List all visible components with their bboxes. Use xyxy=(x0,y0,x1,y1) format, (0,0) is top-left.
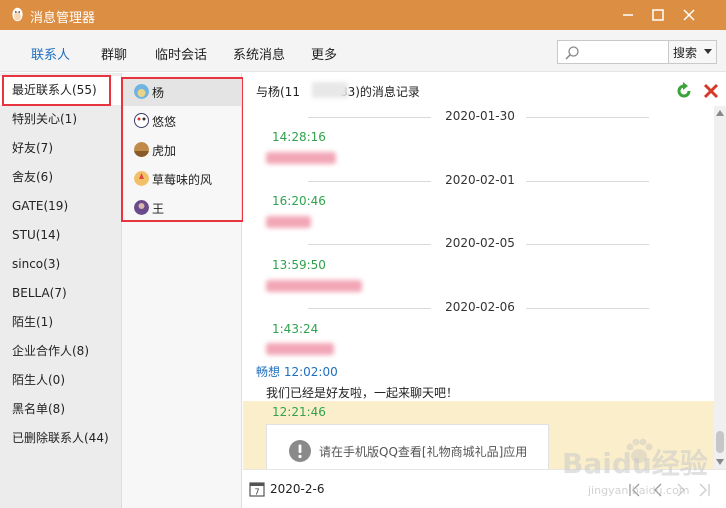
maximize-button[interactable] xyxy=(648,5,668,25)
friend-item[interactable]: 虎加 xyxy=(122,135,241,164)
contact-category-list: 最近联系人(55) 特别关心(1) 好友(7) 舍友(6) GATE(19) S… xyxy=(0,73,121,508)
gift-notice-text: 请在手机版QQ查看[礼物商城礼品]应用 xyxy=(319,445,528,459)
friend-list: 杨 悠悠 虎加 草莓味的风 王 xyxy=(121,73,242,508)
category-item[interactable]: 舍友(6) xyxy=(0,163,121,192)
info-icon xyxy=(289,440,311,462)
message-sender: 畅想 12:02:00 xyxy=(256,363,338,380)
record-header: 与杨(11 83)的消息记录 xyxy=(243,73,726,106)
category-item[interactable]: 特别关心(1) xyxy=(0,105,121,134)
close-icon xyxy=(683,9,695,21)
minimize-button[interactable] xyxy=(618,5,638,25)
avatar xyxy=(134,84,149,99)
category-item[interactable]: 企业合作人(8) xyxy=(0,337,121,366)
chevron-down-icon xyxy=(704,49,712,54)
search-button-label: 搜索 xyxy=(673,46,698,60)
first-page-icon[interactable] xyxy=(627,482,643,498)
category-item[interactable]: sinco(3) xyxy=(0,250,121,279)
close-button[interactable] xyxy=(679,5,699,25)
category-item[interactable]: BELLA(7) xyxy=(0,279,121,308)
nav-toolbar: 联系人 群聊 临时会话 系统消息 更多 搜索 xyxy=(0,30,726,72)
search-box: 搜索 xyxy=(557,40,717,64)
category-item[interactable]: 好友(7) xyxy=(0,134,121,163)
avatar xyxy=(134,142,149,157)
avatar xyxy=(134,171,149,186)
sender-name: 畅想 xyxy=(256,365,281,379)
date-label: 2020-02-01 xyxy=(445,173,515,187)
category-item[interactable]: 陌生(1) xyxy=(0,308,121,337)
date-separator: 2020-01-30 xyxy=(243,109,713,125)
message-text: 我们已经是好友啦，一起来聊天吧！ xyxy=(266,386,459,400)
tab-group-chats[interactable]: 群聊 xyxy=(101,44,127,63)
minimize-icon xyxy=(623,14,633,16)
category-item[interactable]: 黑名单(8) xyxy=(0,395,121,424)
next-page-icon[interactable] xyxy=(673,482,689,498)
avatar xyxy=(134,113,149,128)
calendar-icon[interactable]: 7 xyxy=(249,481,265,497)
category-item[interactable]: 最近联系人(55) xyxy=(0,76,121,105)
scroll-thumb[interactable] xyxy=(716,431,724,453)
window-title: 消息管理器 xyxy=(30,11,96,26)
date-label: 2020-02-05 xyxy=(445,236,515,250)
search-input[interactable] xyxy=(584,44,664,60)
tab-contacts[interactable]: 联系人 xyxy=(31,44,70,63)
date-label: 2020-02-06 xyxy=(445,300,515,314)
date-label: 2020-01-30 xyxy=(445,109,515,123)
svg-text:7: 7 xyxy=(254,488,259,497)
tab-system-messages[interactable]: 系统消息 xyxy=(233,44,285,63)
friend-item[interactable]: 杨 xyxy=(122,77,241,106)
date-separator: 2020-02-06 xyxy=(243,300,713,316)
tab-more[interactable]: 更多 xyxy=(311,44,337,63)
friend-item[interactable]: 草莓味的风 xyxy=(122,164,241,193)
scroll-up-icon[interactable] xyxy=(716,110,724,116)
message-time: 16:20:46 xyxy=(272,194,326,208)
delete-icon[interactable] xyxy=(702,82,720,100)
redacted-message xyxy=(266,216,311,228)
redacted-message xyxy=(266,152,336,164)
refresh-icon[interactable] xyxy=(675,82,693,100)
scrollbar[interactable] xyxy=(714,106,726,469)
avatar xyxy=(134,200,149,215)
redacted-message xyxy=(266,280,362,292)
search-icon xyxy=(565,46,579,60)
prev-page-icon[interactable] xyxy=(650,482,666,498)
category-item[interactable]: 陌生人(0) xyxy=(0,366,121,395)
message-time: 13:59:50 xyxy=(272,258,326,272)
message-record-panel: 与杨(11 83)的消息记录 2020-01-30 14:28:16 2020-0… xyxy=(243,73,726,508)
record-footer: 7 2020-2-6 xyxy=(243,469,726,508)
scroll-down-icon[interactable] xyxy=(716,459,724,465)
friend-item[interactable]: 悠悠 xyxy=(122,106,241,135)
tab-temp-sessions[interactable]: 临时会话 xyxy=(155,44,207,63)
maximize-icon xyxy=(652,9,664,21)
friend-name: 悠悠 xyxy=(152,115,177,129)
message-time: 14:28:16 xyxy=(272,130,326,144)
qq-penguin-icon xyxy=(12,7,23,22)
category-item[interactable]: 已删除联系人(44) xyxy=(0,424,121,453)
friend-name: 虎加 xyxy=(152,144,177,158)
category-item[interactable]: GATE(19) xyxy=(0,192,121,221)
redacted-number xyxy=(312,82,348,98)
record-title-prefix: 与杨(11 xyxy=(256,85,300,99)
friend-name: 杨 xyxy=(152,86,165,100)
friend-item[interactable]: 王 xyxy=(122,193,241,222)
date-separator: 2020-02-01 xyxy=(243,173,713,189)
redacted-message xyxy=(266,343,334,355)
gift-notice-card: 请在手机版QQ查看[礼物商城礼品]应用 xyxy=(266,424,549,469)
message-time: 12:21:46 xyxy=(272,405,326,419)
selected-message: 12:21:46 请在手机版QQ查看[礼物商城礼品]应用 xyxy=(243,401,714,469)
category-item[interactable]: STU(14) xyxy=(0,221,121,250)
last-page-icon[interactable] xyxy=(696,482,712,498)
sender-time: 12:02:00 xyxy=(283,365,338,379)
friend-name: 王 xyxy=(152,202,165,216)
selected-date[interactable]: 2020-2-6 xyxy=(270,482,324,496)
title-bar: 消息管理器 xyxy=(0,0,726,30)
friend-name: 草莓味的风 xyxy=(152,173,213,187)
record-title-suffix: 83)的消息记录 xyxy=(339,85,420,99)
search-button[interactable]: 搜索 xyxy=(668,41,716,63)
message-time: 1:43:24 xyxy=(272,322,319,336)
date-separator: 2020-02-05 xyxy=(243,236,713,252)
